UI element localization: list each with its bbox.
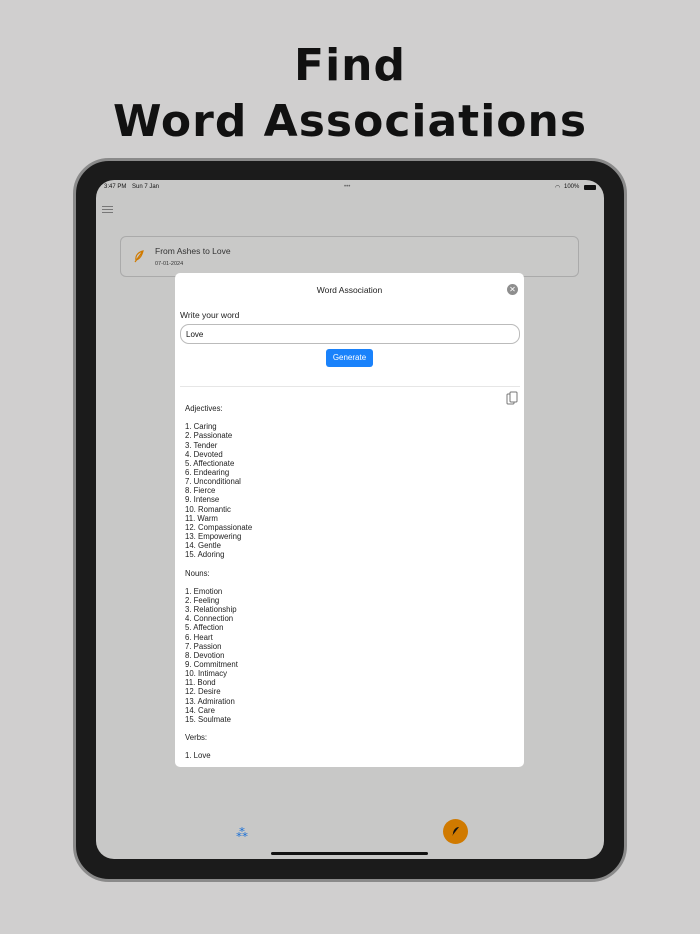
result-item: 10. Romantic: [185, 504, 231, 514]
result-item: 9. Intense: [185, 495, 220, 505]
status-time: 3:47 PM: [104, 184, 127, 190]
section-heading: Nouns:: [185, 568, 210, 578]
result-item: 6. Endearing: [185, 467, 230, 477]
result-item: 15. Adoring: [185, 550, 225, 560]
result-item: 14. Care: [185, 705, 215, 715]
result-item: 2. Passionate: [185, 431, 233, 441]
result-item: 3. Tender: [185, 440, 218, 450]
result-item: 11. Warm: [185, 513, 218, 523]
result-item: 12. Desire: [185, 687, 221, 697]
word-label: Write your word: [180, 310, 240, 320]
section-heading: Verbs:: [185, 733, 208, 743]
modal-title: Word Association: [316, 285, 383, 295]
result-item: 7. Passion: [185, 641, 222, 651]
result-item: 6. Heart: [185, 632, 213, 642]
multitask-dots[interactable]: •••: [344, 184, 350, 190]
result-item: 5. Affectionate: [185, 458, 235, 468]
result-item: 12. Compassionate: [185, 522, 253, 532]
result-item: 13. Empowering: [185, 531, 242, 541]
divider: [180, 386, 520, 387]
poem-card[interactable]: From Ashes to Love 07-01-2024: [120, 236, 579, 277]
result-item: 8. Fierce: [185, 486, 216, 496]
card-title: From Ashes to Love: [155, 246, 231, 256]
quill-icon: [452, 827, 459, 836]
result-item: 10. Intimacy: [185, 669, 228, 679]
headline-word-associations: Word Associations: [112, 96, 588, 147]
result-item: 9. Commitment: [185, 659, 238, 669]
battery-text: 100%: [564, 184, 580, 190]
battery-icon: [584, 185, 596, 190]
result-item: 1. Emotion: [185, 586, 223, 596]
word-input[interactable]: [180, 324, 520, 344]
result-item: 13. Admiration: [185, 696, 235, 706]
results-text: Adjectives: 1. Caring 2. Passionate 3. Tend…: [185, 404, 505, 758]
result-item: 14. Gentle: [185, 541, 221, 551]
feather-icon: [134, 250, 144, 263]
wifi-icon: ◠: [555, 185, 561, 191]
result-item: 3. Relationship: [185, 605, 237, 615]
section-heading: Adjectives:: [185, 404, 223, 413]
result-item: 5. Affection: [185, 623, 224, 633]
result-item: 2. Feeling: [185, 595, 220, 605]
copy-icon[interactable]: [506, 391, 518, 405]
word-association-modal: Word Association ✕ Write your word Gener…: [175, 273, 524, 767]
result-item: 8. Devotion: [185, 650, 225, 660]
menu-icon[interactable]: [102, 206, 113, 215]
generate-button[interactable]: Generate: [326, 349, 373, 367]
compose-button[interactable]: [443, 819, 468, 844]
result-item: 4. Devoted: [185, 449, 223, 459]
card-date: 07-01-2024: [155, 261, 184, 267]
result-item: 4. Connection: [185, 614, 234, 624]
result-item: 1. Caring: [185, 422, 217, 432]
home-indicator[interactable]: [271, 852, 428, 855]
result-item: 1. Love: [185, 751, 211, 758]
magic-wand-icon[interactable]: ⁂: [236, 826, 248, 840]
result-item: 7. Unconditional: [185, 477, 241, 487]
result-item: 11. Bond: [185, 678, 216, 688]
status-date: Sun 7 Jan: [132, 184, 160, 190]
result-item: 15. Soulmate: [185, 714, 231, 724]
headline-find: Find: [294, 40, 406, 91]
close-icon[interactable]: ✕: [507, 284, 518, 295]
